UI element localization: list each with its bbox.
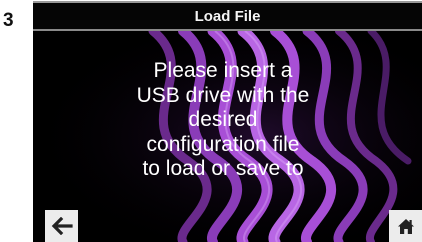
message-line: USB drive with the xyxy=(136,83,310,107)
left-arrow-icon xyxy=(51,217,73,235)
instruction-message: Please insert a USB drive with the desir… xyxy=(93,59,353,182)
message-line: to load or save to xyxy=(142,157,304,180)
page: 3 Load File Please insert a USB drive wi… xyxy=(0,0,422,242)
home-icon xyxy=(397,218,414,234)
step-number: 3 xyxy=(3,10,14,31)
title-bar: Load File xyxy=(33,3,422,31)
message-line: desired xyxy=(188,108,258,131)
back-button[interactable] xyxy=(45,210,78,242)
message-line: Please insert a xyxy=(153,59,293,82)
device-screen: Load File Please insert a USB drive with… xyxy=(33,1,422,242)
message-line: configuration file xyxy=(146,132,300,156)
screen-title: Load File xyxy=(194,7,261,25)
home-button[interactable] xyxy=(389,210,422,242)
